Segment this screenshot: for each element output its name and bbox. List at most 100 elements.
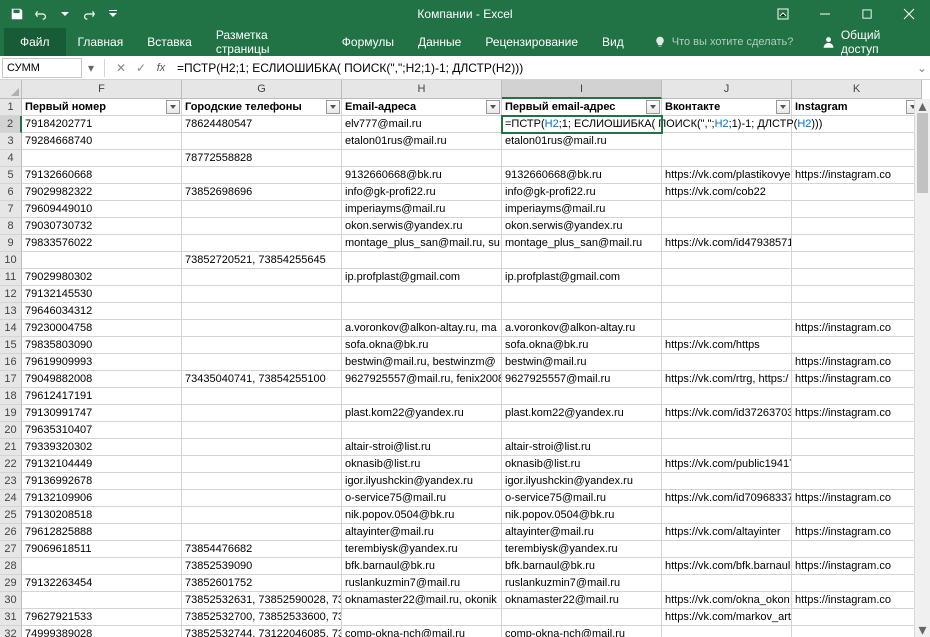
cell[interactable]	[662, 388, 792, 405]
cell[interactable]: 73852698696	[182, 184, 342, 201]
cell[interactable]: bestwin@mail.ru, bestwinzm@	[342, 354, 502, 371]
maximize-button[interactable]	[846, 0, 888, 28]
cell[interactable]: 9627925557@mail.ru, fenix2008	[342, 371, 502, 388]
redo-button[interactable]	[78, 3, 100, 25]
undo-dropdown[interactable]	[54, 3, 76, 25]
column-header-I[interactable]: I	[502, 80, 662, 99]
cell[interactable]: oknasib@list.ru	[502, 456, 662, 473]
cell[interactable]: 79132109906	[22, 490, 182, 507]
tab-home[interactable]: Главная	[66, 28, 136, 56]
cell[interactable]: 79646034312	[22, 303, 182, 320]
cell[interactable]	[342, 388, 502, 405]
insert-function-button[interactable]: fx	[151, 62, 171, 74]
cell[interactable]: https://instagram.co	[792, 354, 922, 371]
filter-dropdown-button[interactable]	[166, 100, 180, 114]
row-header[interactable]: 19	[0, 405, 22, 422]
cell[interactable]: 79284668740	[22, 133, 182, 150]
cell[interactable]: bestwin@mail.ru	[502, 354, 662, 371]
row-header[interactable]: 14	[0, 320, 22, 337]
filter-dropdown-button[interactable]	[486, 100, 500, 114]
cell[interactable]: oknasib@list.ru	[342, 456, 502, 473]
cell[interactable]: terembiysk@yandex.ru	[502, 541, 662, 558]
column-header-K[interactable]: K	[792, 80, 922, 99]
cell[interactable]	[182, 507, 342, 524]
cell[interactable]: 73852601752	[182, 575, 342, 592]
cell[interactable]	[342, 422, 502, 439]
row-header[interactable]: 24	[0, 490, 22, 507]
cell[interactable]: ruslankuzmin7@mail.ru	[502, 575, 662, 592]
row-header[interactable]: 23	[0, 473, 22, 490]
cell[interactable]: https://instagram.co	[792, 405, 922, 422]
close-button[interactable]	[888, 0, 930, 28]
cell[interactable]: altair-stroi@list.ru	[502, 439, 662, 456]
cell[interactable]	[792, 252, 922, 269]
cell[interactable]: 73852532631, 73852590028, 7385	[182, 592, 342, 609]
cell[interactable]	[182, 167, 342, 184]
cell[interactable]: 73852539090	[182, 558, 342, 575]
tab-file[interactable]: Файл	[4, 28, 66, 56]
cell[interactable]	[22, 592, 182, 609]
filter-dropdown-button[interactable]	[646, 100, 660, 114]
table-header-cell[interactable]: Городские телефоны	[182, 99, 342, 116]
cell[interactable]	[182, 218, 342, 235]
cancel-formula-button[interactable]: ✕	[111, 61, 131, 75]
cell[interactable]	[502, 303, 662, 320]
cell[interactable]	[182, 269, 342, 286]
cell[interactable]: imperiayms@mail.ru	[342, 201, 502, 218]
save-button[interactable]	[6, 3, 28, 25]
cell[interactable]: oknamaster22@mail.ru, okonik	[342, 592, 502, 609]
cell[interactable]: https://vk.com/cob22	[662, 184, 792, 201]
cell[interactable]	[662, 473, 792, 490]
cell[interactable]: 73852720521, 73854255645	[182, 252, 342, 269]
row-header[interactable]: 32	[0, 626, 22, 637]
confirm-formula-button[interactable]: ✓	[131, 61, 151, 75]
cell[interactable]	[792, 133, 922, 150]
cell[interactable]	[22, 252, 182, 269]
cell[interactable]: plast.kom22@yandex.ru	[502, 405, 662, 422]
cell[interactable]: altayinter@mail.ru	[342, 524, 502, 541]
cell[interactable]: okon.serwis@yandex.ru	[502, 218, 662, 235]
tab-review[interactable]: Рецензирование	[473, 28, 590, 56]
cell[interactable]: 79635310407	[22, 422, 182, 439]
cell[interactable]: https://instagram.co	[792, 490, 922, 507]
row-header[interactable]: 10	[0, 252, 22, 269]
cell[interactable]: etalon01rus@mail.ru	[342, 133, 502, 150]
cell[interactable]	[792, 286, 922, 303]
ribbon-display-options-button[interactable]	[762, 0, 804, 28]
cell[interactable]	[182, 473, 342, 490]
tab-page-layout[interactable]: Разметка страницы	[204, 28, 330, 56]
cell[interactable]: 79132263454	[22, 575, 182, 592]
row-header[interactable]: 5	[0, 167, 22, 184]
cell[interactable]	[662, 133, 792, 150]
cell[interactable]: montage_plus_san@mail.ru, su	[342, 235, 502, 252]
row-header[interactable]: 17	[0, 371, 22, 388]
cell[interactable]: 79030730732	[22, 218, 182, 235]
cell[interactable]: elv777@mail.ru	[342, 116, 502, 133]
cell[interactable]	[182, 456, 342, 473]
row-header[interactable]: 6	[0, 184, 22, 201]
cell[interactable]	[792, 626, 922, 637]
row-header[interactable]: 2	[0, 116, 22, 133]
table-header-cell[interactable]: Instagram	[792, 99, 922, 116]
row-header[interactable]: 30	[0, 592, 22, 609]
cell[interactable]	[182, 405, 342, 422]
row-header[interactable]: 16	[0, 354, 22, 371]
cell[interactable]: altayinter@mail.ru	[502, 524, 662, 541]
cell[interactable]: https://vk.com/markov_artem	[662, 609, 792, 626]
column-header-J[interactable]: J	[662, 80, 792, 99]
row-header[interactable]: 9	[0, 235, 22, 252]
cell[interactable]: https://instagram.co	[792, 592, 922, 609]
cell[interactable]	[792, 609, 922, 626]
cell[interactable]: ip.profplast@gmail.com	[342, 269, 502, 286]
cell[interactable]: 79069618511	[22, 541, 182, 558]
cell[interactable]: a.voronkov@alkon-altay.ru	[502, 320, 662, 337]
cell[interactable]: 73852532700, 73852533600, 73852533700	[182, 609, 342, 626]
row-header[interactable]: 28	[0, 558, 22, 575]
cell[interactable]: bfk.barnaul@bk.ru	[342, 558, 502, 575]
cell[interactable]	[502, 286, 662, 303]
row-header[interactable]: 8	[0, 218, 22, 235]
tab-data[interactable]: Данные	[406, 28, 473, 56]
cell[interactable]	[182, 422, 342, 439]
cell[interactable]	[502, 388, 662, 405]
row-header[interactable]: 29	[0, 575, 22, 592]
